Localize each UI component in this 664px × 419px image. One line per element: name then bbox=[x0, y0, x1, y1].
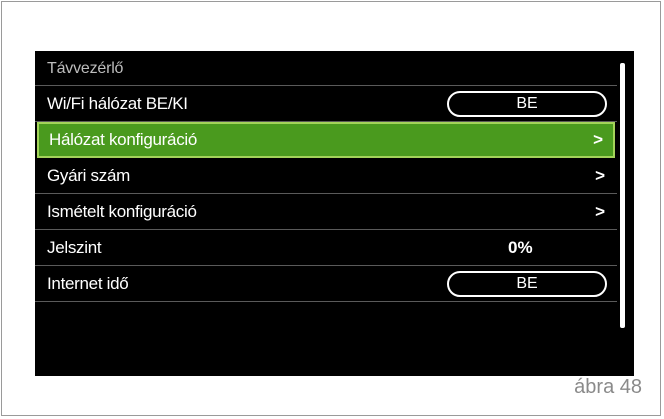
section-title: Távvezérlő bbox=[47, 60, 124, 77]
menu-row-signal-level: Jelszint 0% bbox=[35, 230, 617, 266]
menu-row-wifi[interactable]: Wi/Fi hálózat BE/KI BE bbox=[35, 86, 617, 122]
menu-row-label: Wi/Fi hálózat BE/KI bbox=[47, 94, 188, 113]
internet-time-toggle-pill[interactable]: BE bbox=[447, 271, 607, 297]
wifi-toggle-pill[interactable]: BE bbox=[447, 91, 607, 117]
chevron-right-icon: > bbox=[593, 130, 603, 149]
menu-row-label: Hálózat konfiguráció bbox=[49, 130, 198, 149]
menu-row-reconfiguration[interactable]: Ismételt konfiguráció > bbox=[35, 194, 617, 230]
menu-row-label: Ismételt konfiguráció bbox=[47, 202, 197, 221]
menu-row-serial-number[interactable]: Gyári szám > bbox=[35, 158, 617, 194]
menu-row-network-config[interactable]: Hálózat konfiguráció > bbox=[37, 122, 615, 158]
signal-level-value: 0% bbox=[508, 238, 533, 257]
scrollbar[interactable] bbox=[620, 63, 625, 328]
figure-caption: ábra 48 bbox=[574, 376, 642, 398]
menu-row-internet-time[interactable]: Internet idő BE bbox=[35, 266, 617, 302]
device-screen: Távvezérlő Wi/Fi hálózat BE/KI BE Hálóza… bbox=[35, 51, 634, 376]
chevron-right-icon: > bbox=[595, 202, 605, 221]
chevron-right-icon: > bbox=[595, 166, 605, 185]
menu-row-label: Jelszint bbox=[47, 238, 102, 257]
figure-frame: Távvezérlő Wi/Fi hálózat BE/KI BE Hálóza… bbox=[1, 1, 661, 416]
menu-row-label: Internet idő bbox=[47, 274, 129, 293]
menu-row-label: Gyári szám bbox=[47, 166, 130, 185]
